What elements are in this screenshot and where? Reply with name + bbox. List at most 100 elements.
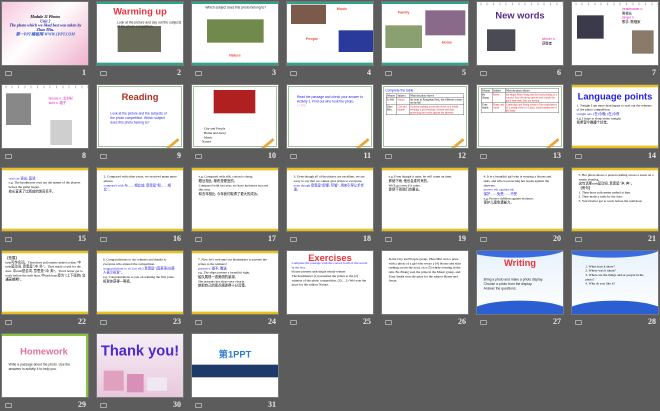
slide-thumbnail-21[interactable]: 5. Her photo shows a person rushing acro…: [572, 168, 658, 243]
slide-frame[interactable]: 5. Her photo shows a person rushing acro…: [572, 168, 658, 231]
slide-transition-icon: [385, 320, 392, 325]
slide-number: 20: [553, 234, 561, 243]
wave-decoration: [572, 251, 658, 258]
slide-number: 1: [82, 68, 86, 77]
slide-content: People Music: [287, 2, 373, 65]
slide-frame[interactable]: 3. Even though all of the photos are exc…: [287, 168, 373, 231]
slide-frame[interactable]: 第1PPT: [192, 334, 278, 397]
slide-transition-icon: [385, 71, 392, 76]
slide-thumbnail-6[interactable]: New words winner n. 获胜者 6: [477, 2, 563, 77]
slide-thumbnail-4[interactable]: People Music 4: [287, 2, 373, 77]
slide-thumbnail-3[interactable]: Which subject does this photo belong to?…: [192, 2, 278, 77]
slide-frame[interactable]: · City and People · Home and Away · Music N…: [192, 85, 278, 148]
slide-frame[interactable]: Thank you!: [97, 334, 183, 397]
text-line: skirt n. 裙子: [48, 101, 67, 105]
slide-frame[interactable]: Read the passage and check your answer t…: [287, 85, 373, 148]
slide-thumbnail-13[interactable]: Winner Subject What the photo shows Bo Zhan…: [477, 85, 563, 160]
text-line: 校长宣读了比赛前的球员名字。: [8, 189, 56, 194]
slide-thumbnail-2[interactable]: Warming up Look at the picture and say ou…: [97, 2, 183, 77]
slide-content: e.g. Compared with silk, cotton is cheap…: [192, 168, 278, 231]
slide-thumbnail-8[interactable]: blouse n. 女衬衫 skirt n. 裙子 8: [2, 85, 88, 160]
slide-thumbnail-15[interactable]: read out 读出; 宣读 e.g. The headmaster read …: [2, 168, 88, 243]
slide-frame[interactable]: Warming up Look at the picture and say ou…: [97, 2, 183, 65]
slide-frame[interactable]: 4. It is a beautiful girl who is wearing…: [477, 168, 563, 231]
slide-thumbnail-20[interactable]: 4. It is a beautiful girl who is wearing…: [477, 168, 563, 243]
slide-title: Writing: [504, 257, 536, 268]
bottom-accent-bar: [2, 228, 88, 231]
slide-frame[interactable]: 7. Now let's welcome our headmaster to p…: [192, 251, 278, 314]
top-accent-bar: [382, 2, 468, 4]
slide-frame[interactable]: Reading Look at the picture and the subje…: [97, 85, 183, 148]
image-caption: Nature: [229, 53, 241, 58]
slide-frame[interactable]: Language points 1. Tonight I am more than…: [572, 85, 658, 148]
slide-text: 2. Compared with other years, we receive…: [104, 175, 179, 192]
slide-frame[interactable]: Homework Write a passage about the photo.…: [2, 334, 88, 397]
slide-thumbnail-9[interactable]: Reading Look at the picture and the subje…: [97, 85, 183, 160]
wave-decoration: [477, 251, 563, 258]
slide-thumbnail-24[interactable]: 7. Now let's welcome our headmaster to p…: [192, 251, 278, 326]
slide-text: 7. Now let's welcome our headmaster to p…: [198, 258, 273, 288]
slide-content: 6. Congratulations to our winners and th…: [97, 251, 183, 314]
slide-thumbnail-7[interactable]: headmaster n. 男校长 singer n. 歌手; 歌唱家 7: [572, 2, 658, 77]
text-line: 5. Her photo shows a person rushing acro…: [578, 173, 654, 182]
slide-content: Writing Bring a photo and make a photo di…: [477, 251, 563, 314]
slide-thumbnail-18[interactable]: 3. Even though all of the photos are exc…: [287, 168, 373, 243]
slide-frame[interactable]: 1. What does it show? 2. Where was it tak…: [572, 251, 658, 314]
wave-decoration: [572, 300, 658, 314]
slide-content: e.g. Even though it rains, he will come …: [382, 168, 468, 231]
slide-frame[interactable]: headmaster n. 男校长 singer n. 歌手; 歌唱家: [572, 2, 658, 65]
slide-thumbnail-26[interactable]: In the City and People group, Zhao Min w…: [382, 251, 468, 326]
slide-frame[interactable]: Complete the table. Winner Subject What the…: [382, 85, 468, 148]
slide-thumbnail-25[interactable]: Exercises Complete the passage with the c…: [287, 251, 373, 326]
slide-frame[interactable]: e.g. Compared with silk, cotton is cheap…: [192, 168, 278, 231]
slide-thumbnail-31[interactable]: 第1PPT 31: [192, 334, 278, 409]
slide-thumbnail-14[interactable]: Language points 1. Tonight I am more than…: [572, 85, 658, 160]
slide-transition-icon: [480, 237, 487, 242]
slide-thumbnail-5[interactable]: Family Home 5: [382, 2, 468, 77]
text-line: compared with 与……相比较, 意思是“和……相比”。: [103, 183, 171, 192]
text-line: 祝贺你获得一等奖。: [102, 279, 133, 284]
wave-decoration: [477, 300, 563, 314]
slide-number: 21: [648, 234, 656, 243]
top-accent-bar: [477, 168, 563, 171]
slide-thumbnail-23[interactable]: 6. Congratulations to our winners and th…: [97, 251, 183, 326]
text-line: The headmaster (1) presented the prizes …: [291, 274, 367, 287]
slide-thumbnail-12[interactable]: Complete the table. Winner Subject What the…: [382, 85, 468, 160]
slide-thumbnail-10[interactable]: · City and People · Home and Away · Music N…: [192, 85, 278, 160]
slide-thumbnail-28[interactable]: 1. What does it show? 2. Where was it tak…: [572, 251, 658, 326]
slide-frame[interactable]: e.g. Even though it rains, he will come …: [382, 168, 468, 231]
table-row: Zhao Min City and People A person rushing …: [385, 104, 464, 115]
slide-text: 【拓展】 rush可作名词。Then three policemen rushed…: [5, 256, 85, 282]
slide-frame[interactable]: Winner Subject What the photo shows Bo Zhan…: [477, 85, 563, 148]
top-accent-bar: [192, 168, 278, 171]
slide-title: New words: [495, 10, 545, 21]
slide-thumbnail-27[interactable]: Writing Bring a photo and make a photo di…: [477, 251, 563, 326]
slide-thumbnail-30[interactable]: Thank you! 30: [97, 334, 183, 409]
slide-frame[interactable]: Exercises Complete the passage with the c…: [287, 251, 373, 314]
slide-frame[interactable]: 2. Compared with other years, we receive…: [97, 168, 183, 231]
photo: [192, 364, 278, 378]
slide-frame[interactable]: 6. Congratulations to our winners and th…: [97, 251, 183, 314]
text-line: Which subject does this photo belong to?: [205, 5, 267, 10]
slide-frame[interactable]: In the City and People group, Zhao Min w…: [382, 251, 468, 314]
slide-frame[interactable]: Family Home: [382, 2, 468, 65]
slide-thumbnail-29[interactable]: Homework Write a passage about the photo.…: [2, 334, 88, 409]
slide-frame[interactable]: Writing Bring a photo and make a photo di…: [477, 251, 563, 314]
slide-frame[interactable]: blouse n. 女衬衫 skirt n. 裙子: [2, 85, 88, 148]
slide-frame[interactable]: People Music: [287, 2, 373, 65]
slide-transition-icon: [385, 237, 392, 242]
slide-thumbnail-19[interactable]: e.g. Even though it rains, he will come …: [382, 168, 468, 243]
slide-frame[interactable]: read out 读出; 宣读 e.g. The headmaster read …: [2, 168, 88, 231]
slide-frame[interactable]: Which subject does this photo belong to?…: [192, 2, 278, 65]
slide-thumbnail-22[interactable]: 【拓展】 rush可作名词。Then three policemen rushed…: [2, 251, 88, 326]
slide-frame[interactable]: 【拓展】 rush可作名词。Then three policemen rushed…: [2, 251, 88, 314]
slide-frame[interactable]: New words winner n. 获胜者: [477, 2, 563, 65]
slide-thumbnail-17[interactable]: e.g. Compared with silk, cotton is cheap…: [192, 168, 278, 243]
bottom-accent-bar: [192, 311, 278, 314]
slide-frame[interactable]: Module 11 Photos Unit 2 The photo which we…: [2, 2, 88, 65]
slide-thumbnail-1[interactable]: Module 11 Photos Unit 2 The photo which we…: [2, 2, 88, 77]
binder-rings: [572, 2, 658, 6]
slide-thumbnail-11[interactable]: Read the passage and check your answer t…: [287, 85, 373, 160]
slide-thumbnail-16[interactable]: 2. Compared with other years, we receive…: [97, 168, 183, 243]
bottom-accent-bar: [2, 311, 88, 314]
